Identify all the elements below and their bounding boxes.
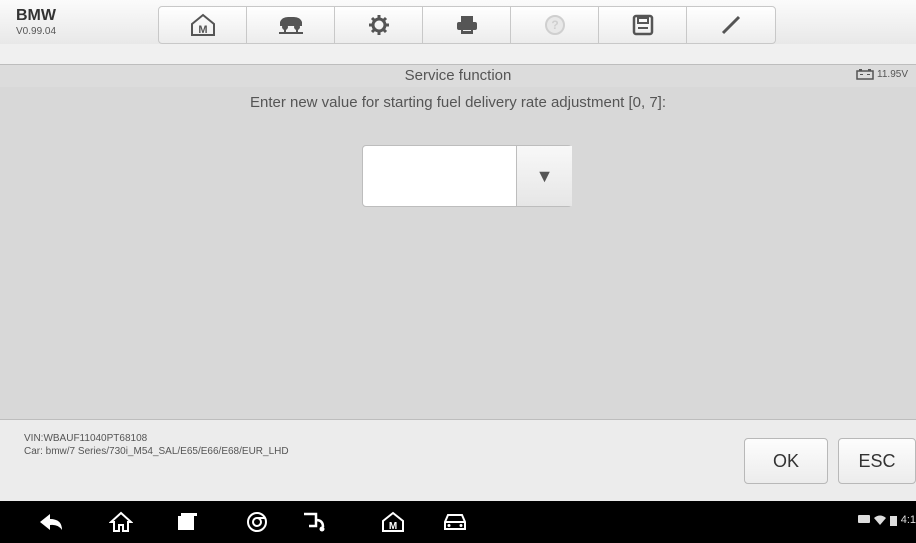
android-nav-bar: M 4:1 — [0, 501, 916, 543]
page-title: Service function — [404, 67, 512, 84]
nav-home[interactable] — [106, 510, 136, 534]
battery-icon — [856, 69, 874, 80]
value-prompt: Enter new value for starting fuel delive… — [249, 94, 667, 111]
battery-voltage-value: 11.95V — [877, 69, 908, 80]
status-area: 4:1 — [857, 514, 916, 526]
nav-back[interactable] — [36, 510, 66, 534]
toolbar: M ? — [158, 6, 776, 44]
home-button[interactable]: M — [159, 7, 247, 43]
clock: 4:1 — [900, 514, 916, 526]
pen-icon — [721, 15, 741, 35]
settings-button[interactable] — [335, 7, 423, 43]
recent-apps-icon — [178, 513, 197, 530]
save-button[interactable] — [599, 7, 687, 43]
esc-button[interactable]: ESC — [838, 438, 916, 484]
software-version: V0.99.04 — [16, 26, 57, 37]
battery-status-icon — [889, 515, 897, 526]
print-button[interactable] — [423, 7, 511, 43]
top-bar: BMW V0.99.04 M ? — [0, 0, 916, 44]
car-text: Car: bmw/7 Series/730i_M54_SAL/E65/E66/E… — [24, 446, 289, 457]
nav-recent[interactable] — [172, 510, 202, 534]
nav-chrome[interactable] — [242, 510, 272, 534]
dropdown-button[interactable]: ▼ — [516, 146, 572, 206]
message-icon — [857, 515, 870, 523]
help-icon: ? — [544, 15, 565, 35]
vin-text: VIN:WBAUF11040PT68108 — [24, 433, 148, 444]
back-icon — [40, 514, 62, 530]
svg-text:?: ? — [551, 18, 558, 32]
save-icon — [632, 14, 653, 36]
svg-text:M: M — [389, 521, 397, 532]
print-icon — [456, 16, 477, 34]
title-bar: Service function 11.95V — [0, 64, 916, 88]
value-input[interactable] — [363, 146, 515, 206]
main-panel: Enter new value for starting fuel delive… — [0, 87, 916, 419]
vehicle-swap-button[interactable] — [247, 7, 335, 43]
footer-panel: VIN:WBAUF11040PT68108 Car: bmw/7 Series/… — [0, 419, 916, 502]
gear-icon — [368, 15, 389, 35]
vci-icon — [304, 512, 325, 532]
brand-name: BMW — [16, 7, 56, 24]
car-icon — [444, 514, 466, 530]
maxisys-home-icon: M — [382, 511, 404, 532]
wifi-icon — [873, 515, 886, 525]
edit-button[interactable] — [687, 7, 775, 43]
brand-block: BMW V0.99.04 — [16, 6, 136, 38]
ok-button[interactable]: OK — [744, 438, 828, 484]
nav-vehicle[interactable] — [440, 510, 470, 534]
header-spacer — [0, 44, 916, 64]
home-m-icon: M — [190, 13, 215, 36]
vehicle-info: VIN:WBAUF11040PT68108 Car: bmw/7 Series/… — [24, 432, 289, 458]
value-combobox[interactable]: ▼ — [362, 145, 572, 207]
home-icon — [109, 511, 133, 532]
battery-voltage: 11.95V — [856, 69, 908, 80]
chrome-icon — [247, 512, 267, 532]
nav-maxisys-home[interactable]: M — [378, 510, 408, 534]
help-button[interactable]: ? — [511, 7, 599, 43]
svg-text:M: M — [198, 24, 207, 36]
nav-vci[interactable] — [292, 510, 336, 534]
car-lift-icon — [278, 17, 303, 34]
chevron-down-icon: ▼ — [535, 165, 554, 186]
